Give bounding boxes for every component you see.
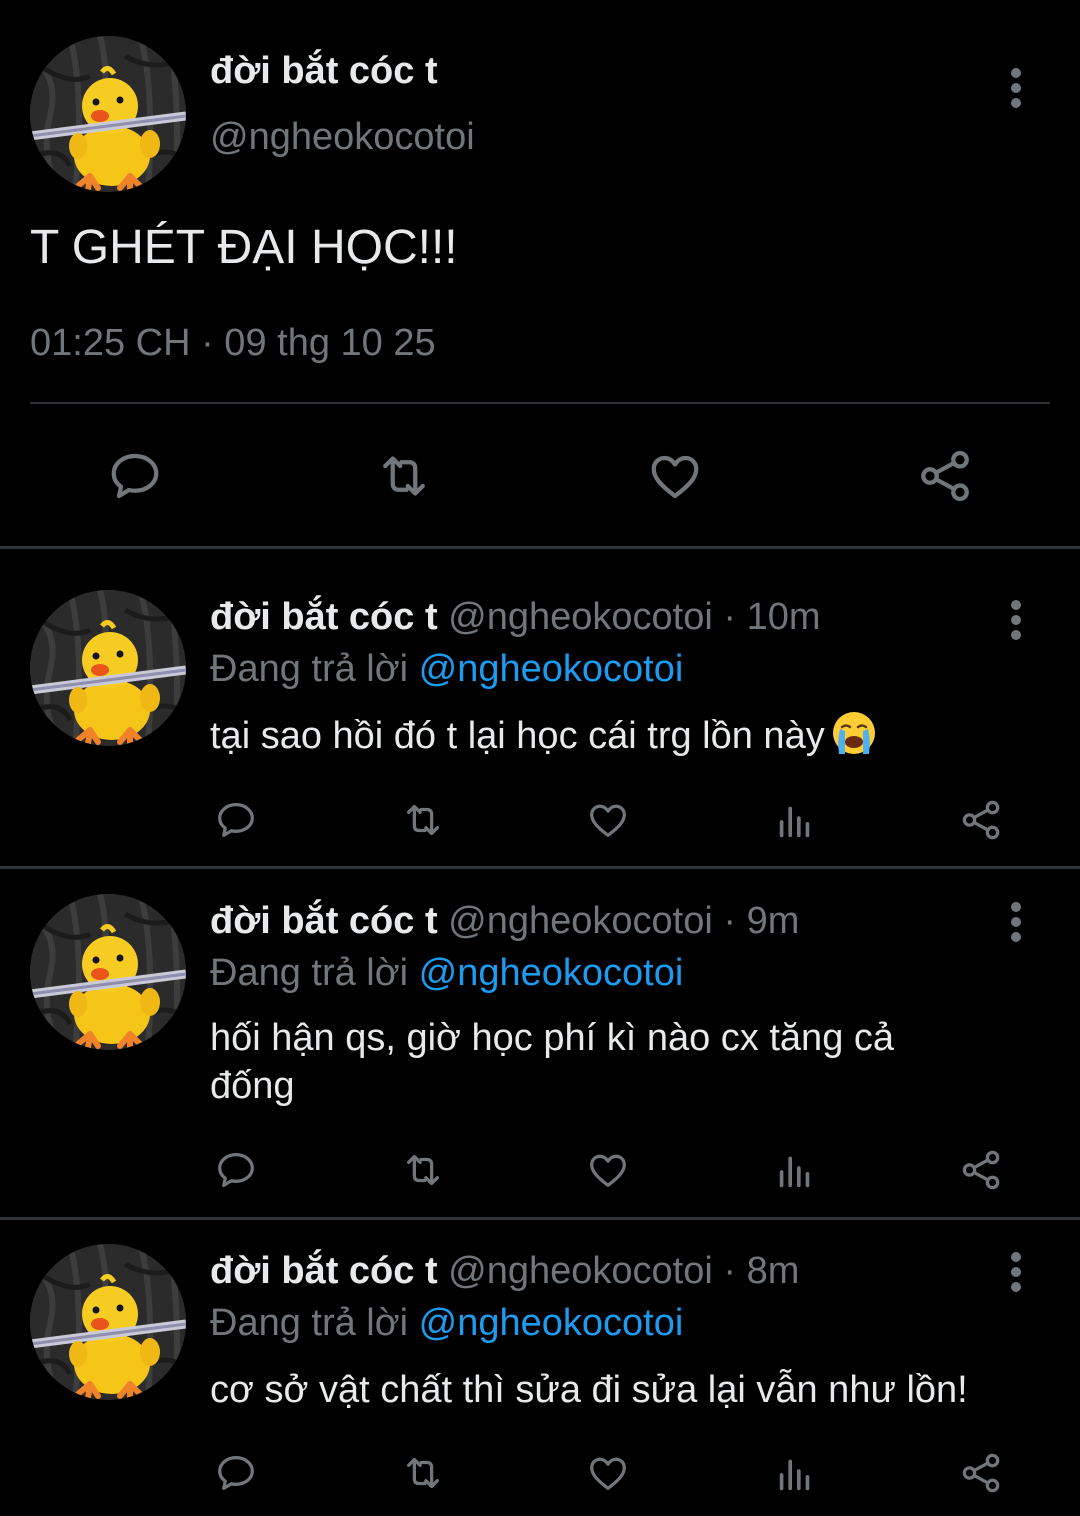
tweet-timestamp[interactable]: 01:25 CH · 09 thg 10 25 (30, 322, 436, 365)
author-handle[interactable]: @ngheokocotoi (448, 596, 713, 638)
divider (0, 546, 1080, 549)
reply-icon[interactable] (105, 446, 165, 506)
share-icon[interactable] (958, 1450, 1004, 1496)
separator: · (723, 900, 737, 942)
tweet-text-content: tại sao hồi đó t lại học cái trg lồn này (210, 715, 825, 757)
mention-link[interactable]: @ngheokocotoi (419, 1302, 684, 1344)
tweet-text: cơ sở vật chất thì sửa đi sửa lại vẫn nh… (210, 1369, 968, 1411)
like-icon[interactable] (585, 1147, 631, 1193)
retweet-icon[interactable] (400, 1450, 446, 1496)
replying-prefix: Đang trả lời (210, 1302, 409, 1344)
separator: · (723, 596, 737, 638)
reply-header: đời bắt cóc t @ngheokocotoi · 8m (210, 1250, 799, 1293)
time-ago[interactable]: 9m (747, 900, 800, 942)
loudly-crying-face-icon (832, 712, 875, 754)
divider (0, 866, 1080, 869)
tweet-text: tại sao hồi đó t lại học cái trg lồn này (210, 710, 1040, 760)
reply-icon[interactable] (213, 1147, 259, 1193)
replying-prefix: Đang trả lời (210, 952, 409, 994)
like-icon[interactable] (585, 797, 631, 843)
time-ago[interactable]: 10m (747, 596, 821, 638)
share-icon[interactable] (915, 446, 975, 506)
author-handle[interactable]: @ngheokocotoi (210, 116, 475, 159)
author-display-name[interactable]: đời bắt cóc t (210, 50, 438, 93)
retweet-icon[interactable] (400, 797, 446, 843)
replying-to-line: Đang trả lời @ngheokocotoi (210, 952, 683, 995)
like-icon[interactable] (645, 446, 705, 506)
retweet-icon[interactable] (374, 446, 434, 506)
author-display-name[interactable]: đời bắt cóc t (210, 596, 438, 638)
reply-icon[interactable] (213, 1450, 259, 1496)
replying-to-line: Đang trả lời @ngheokocotoi (210, 648, 683, 691)
reply-icon[interactable] (213, 797, 259, 843)
duck-plush-avatar-icon[interactable] (30, 590, 186, 746)
views-icon[interactable] (772, 1147, 818, 1193)
tweet-text: hối hận qs, giờ học phí kì nào cx tăng c… (210, 1017, 895, 1107)
mention-link[interactable]: @ngheokocotoi (419, 952, 684, 994)
tweet-text: T GHÉT ĐẠI HỌC!!! (30, 221, 458, 274)
like-icon[interactable] (585, 1450, 631, 1496)
more-options-icon[interactable] (1006, 66, 1026, 110)
share-icon[interactable] (958, 797, 1004, 843)
author-display-name[interactable]: đời bắt cóc t (210, 1250, 438, 1292)
author-handle[interactable]: @ngheokocotoi (448, 1250, 713, 1292)
duck-plush-avatar-icon[interactable] (30, 1244, 186, 1400)
views-icon[interactable] (772, 797, 818, 843)
more-options-icon[interactable] (1006, 598, 1026, 642)
reply-header: đời bắt cóc t @ngheokocotoi · 10m (210, 596, 821, 639)
duck-plush-avatar-icon[interactable] (30, 894, 186, 1050)
reply-header: đời bắt cóc t @ngheokocotoi · 9m (210, 900, 799, 943)
separator: · (723, 1250, 737, 1292)
divider (0, 1217, 1080, 1220)
more-options-icon[interactable] (1006, 1250, 1026, 1294)
more-options-icon[interactable] (1006, 900, 1026, 944)
replying-to-line: Đang trả lời @ngheokocotoi (210, 1302, 683, 1345)
retweet-icon[interactable] (400, 1147, 446, 1193)
author-handle[interactable]: @ngheokocotoi (448, 900, 713, 942)
time-ago[interactable]: 8m (747, 1250, 800, 1292)
views-icon[interactable] (772, 1450, 818, 1496)
duck-plush-avatar-icon[interactable] (30, 36, 186, 192)
mention-link[interactable]: @ngheokocotoi (419, 648, 684, 690)
author-display-name[interactable]: đời bắt cóc t (210, 900, 438, 942)
share-icon[interactable] (958, 1147, 1004, 1193)
replying-prefix: Đang trả lời (210, 648, 409, 690)
divider (30, 402, 1050, 404)
